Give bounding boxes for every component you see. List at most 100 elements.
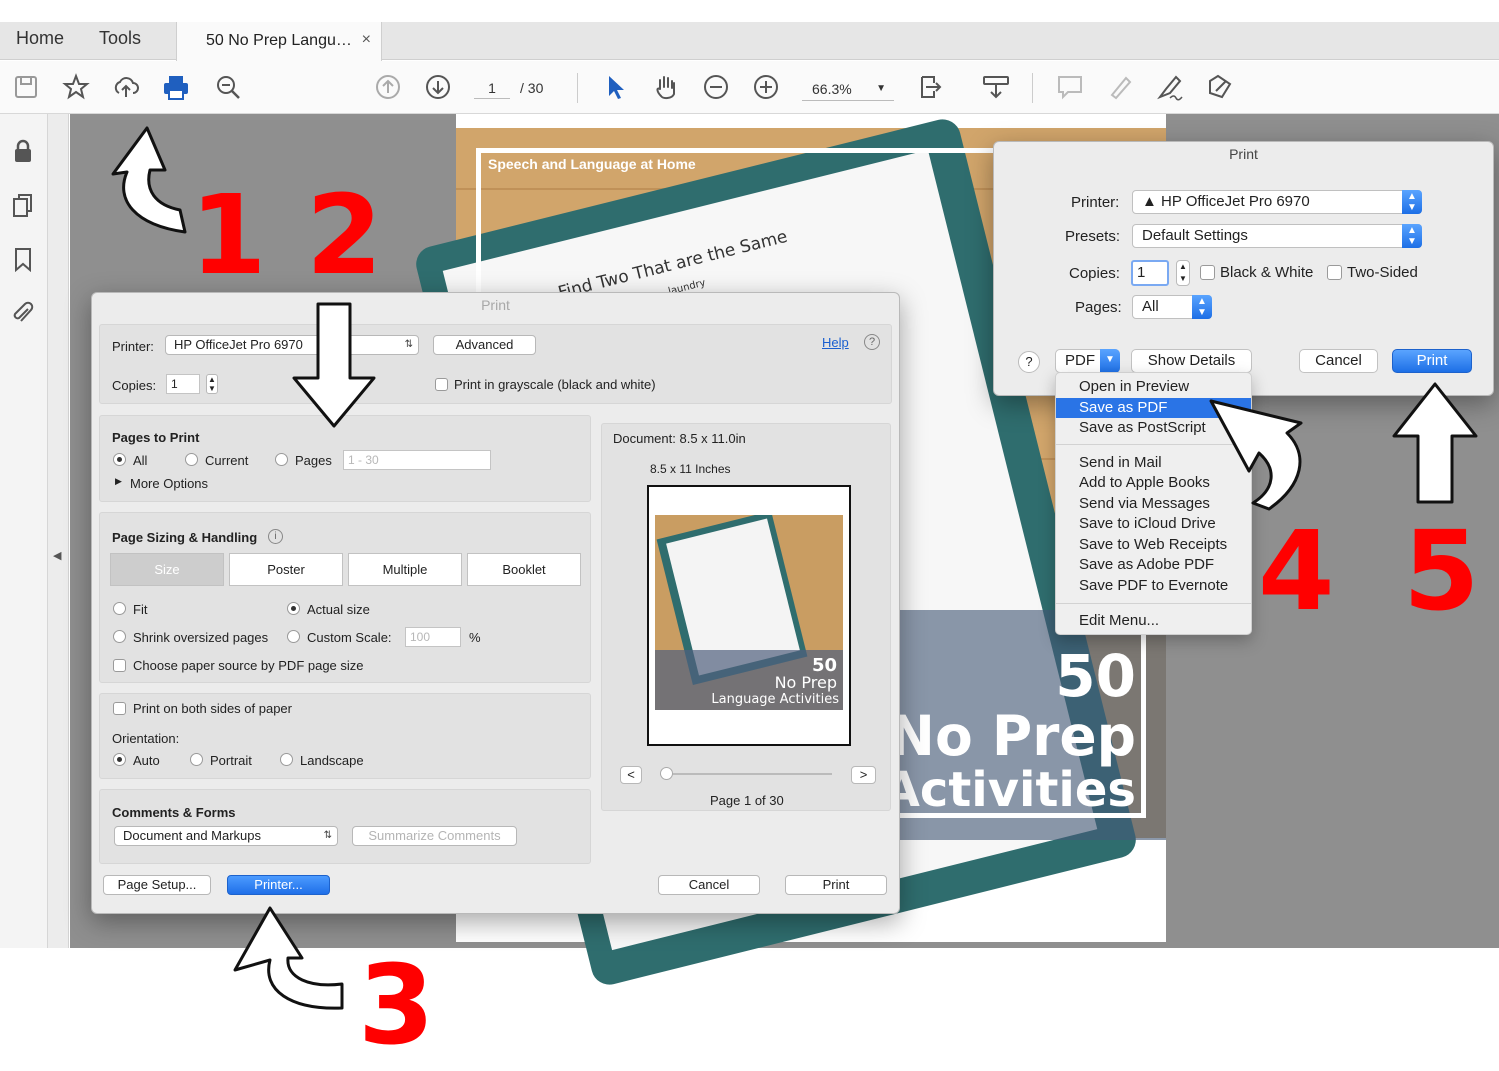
mac-print-button[interactable]: Print (1392, 349, 1472, 373)
orientation-auto-radio[interactable] (113, 753, 126, 766)
black-white-checkbox[interactable] (1200, 265, 1215, 280)
summarize-comments-button[interactable]: Summarize Comments (352, 826, 517, 846)
pages-icon[interactable] (10, 192, 36, 218)
close-tab-icon[interactable]: × (362, 31, 371, 49)
updown-arrows-icon: ▲ ▼ (1402, 190, 1422, 214)
thumbnail-text-language: Language Activities (711, 692, 839, 707)
copies-input[interactable]: 1 (166, 374, 200, 394)
menu-item-edit-menu[interactable]: Edit Menu... (1056, 611, 1251, 631)
mac-printer-select[interactable]: ▲ HP OfficeJet Pro 6970 ▲ ▼ (1132, 190, 1422, 214)
mac-pages-select[interactable]: All ▲ ▼ (1132, 295, 1212, 319)
menu-item-save-to-web-receipts[interactable]: Save to Web Receipts (1056, 535, 1251, 555)
more-options-toggle[interactable]: More Options (130, 476, 208, 491)
sign-icon[interactable] (1156, 73, 1184, 101)
copies-stepper[interactable]: ▲ ▼ (206, 374, 218, 394)
printer-button[interactable]: Printer... (227, 875, 330, 895)
orientation-landscape-label: Landscape (300, 753, 364, 768)
zoom-in-icon[interactable] (752, 73, 780, 101)
poster-tab[interactable]: Poster (229, 553, 343, 586)
cancel-button[interactable]: Cancel (658, 875, 760, 895)
toolbar-divider (577, 73, 578, 103)
pdf-menu-button[interactable]: PDF ▼ (1055, 349, 1120, 373)
print-button[interactable]: Print (785, 875, 887, 895)
menu-item-save-pdf-to-evernote[interactable]: Save PDF to Evernote (1056, 576, 1251, 596)
curved-arrow-4-icon (1209, 399, 1303, 511)
preview-prev-button[interactable]: < (620, 766, 642, 784)
comments-title: Comments & Forms (112, 805, 236, 820)
show-details-button[interactable]: Show Details (1131, 349, 1252, 373)
grayscale-checkbox[interactable] (435, 378, 448, 391)
highlight-icon[interactable] (1106, 73, 1134, 101)
tools-tab[interactable]: Tools (99, 28, 141, 49)
disclosure-triangle-icon[interactable]: ▶ (115, 476, 122, 487)
sidebar-collapse-rail[interactable]: ◀ (48, 114, 69, 948)
bookmark-icon[interactable] (10, 246, 36, 273)
up-arrow-5-icon (1392, 382, 1478, 504)
chevron-down-icon: ▼ (1100, 349, 1120, 373)
size-tab[interactable]: Size (110, 553, 224, 586)
left-sidebar (0, 114, 48, 948)
document-tab[interactable]: 50 No Prep Langu… × (176, 22, 382, 61)
mac-cancel-button[interactable]: Cancel (1299, 349, 1378, 373)
comment-icon[interactable] (1056, 73, 1084, 101)
page-setup-button[interactable]: Page Setup... (103, 875, 211, 895)
preview-page-slider[interactable] (660, 773, 832, 775)
pages-range-input[interactable]: 1 - 30 (343, 450, 491, 470)
scroll-mode-icon[interactable] (982, 73, 1010, 101)
mac-help-button[interactable]: ? (1018, 351, 1040, 373)
orientation-portrait-radio[interactable] (190, 753, 203, 766)
attachment-icon[interactable] (10, 300, 36, 326)
advanced-button[interactable]: Advanced (433, 335, 536, 355)
select-arrow-icon[interactable] (602, 73, 630, 101)
mac-copies-input[interactable]: 1 (1131, 260, 1169, 286)
menu-item-save-as-adobe-pdf[interactable]: Save as Adobe PDF (1056, 555, 1251, 575)
shrink-radio[interactable] (113, 630, 126, 643)
zoom-out-icon[interactable] (702, 73, 730, 101)
bookmark-star-icon[interactable] (62, 73, 90, 101)
preview-slider-thumb[interactable] (660, 767, 673, 780)
comments-select-value: Document and Markups (123, 828, 262, 843)
duplex-checkbox[interactable] (113, 702, 126, 715)
two-sided-checkbox[interactable] (1327, 265, 1342, 280)
zoom-level-select[interactable]: 66.3% ▼ (802, 77, 894, 101)
mac-presets-select[interactable]: Default Settings ▲ ▼ (1132, 224, 1422, 248)
upload-cloud-icon[interactable] (112, 73, 140, 101)
multiple-tab[interactable]: Multiple (348, 553, 462, 586)
save-icon[interactable] (12, 73, 40, 101)
booklet-tab[interactable]: Booklet (467, 553, 581, 586)
zoom-search-icon[interactable] (214, 73, 242, 101)
hand-icon[interactable] (652, 73, 680, 101)
updown-arrows-icon: ⇅ (404, 339, 413, 350)
printer-label: Printer: (112, 339, 154, 354)
all-pages-label: All (133, 453, 148, 468)
paper-source-checkbox[interactable] (113, 659, 126, 672)
page-up-icon[interactable] (374, 73, 402, 101)
step-number-1: 1 (190, 171, 267, 299)
help-link[interactable]: Help (822, 335, 849, 350)
page-down-icon[interactable] (424, 73, 452, 101)
fit-radio[interactable] (113, 602, 126, 615)
comments-select[interactable]: Document and Markups ⇅ (114, 826, 338, 846)
home-tab[interactable]: Home (16, 28, 64, 49)
orientation-landscape-radio[interactable] (280, 753, 293, 766)
print-icon[interactable] (162, 73, 190, 101)
fit-page-icon[interactable] (918, 73, 946, 101)
preview-next-button[interactable]: > (851, 766, 876, 784)
help-icon[interactable]: ? (864, 334, 880, 350)
mac-copies-stepper[interactable]: ▲ ▼ (1176, 260, 1190, 286)
page-number-input[interactable]: 1 (474, 77, 510, 99)
actual-size-radio[interactable] (287, 602, 300, 615)
lock-icon[interactable] (10, 138, 36, 164)
edit-icon[interactable] (1206, 73, 1234, 101)
menu-item-save-to-icloud-drive[interactable]: Save to iCloud Drive (1056, 514, 1251, 534)
pages-range-radio[interactable] (275, 453, 288, 466)
two-sided-label: Two-Sided (1347, 264, 1418, 281)
custom-scale-input[interactable]: 100 (405, 627, 461, 647)
pdf-header-text: Speech and Language at Home (488, 156, 696, 172)
collapse-arrow-icon[interactable]: ◀ (53, 549, 61, 562)
info-icon[interactable]: i (268, 529, 283, 544)
updown-arrows-icon: ⇅ (323, 830, 332, 841)
custom-scale-radio[interactable] (287, 630, 300, 643)
current-page-radio[interactable] (185, 453, 198, 466)
all-pages-radio[interactable] (113, 453, 126, 466)
